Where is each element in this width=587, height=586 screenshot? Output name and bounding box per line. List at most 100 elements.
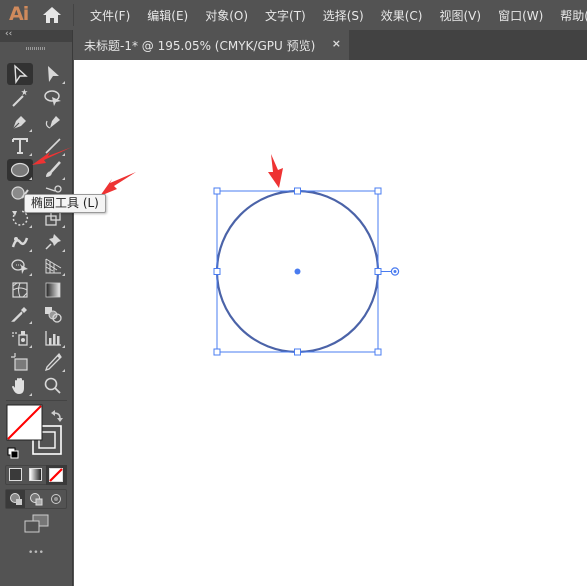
tool-flyout-indicator	[62, 177, 65, 180]
menu-items: 文件(F) 编辑(E) 对象(O) 文字(T) 选择(S) 效果(C) 视图(V…	[90, 0, 587, 30]
document-tab[interactable]: 未标题-1* @ 195.05% (CMYK/GPU 预览) ×	[74, 30, 349, 60]
pen-icon	[12, 116, 26, 130]
tool-flyout-indicator	[29, 321, 32, 324]
direct-selection-icon	[48, 66, 59, 82]
perspective-grid-icon	[45, 258, 62, 274]
shape-builder-tool[interactable]	[7, 255, 33, 277]
tool-flyout-indicator	[62, 273, 65, 276]
mesh-icon	[12, 282, 28, 298]
none-button[interactable]	[49, 468, 63, 482]
symbol-sprayer-icon	[12, 331, 28, 346]
illustrator-window: Ai 文件(F) 编辑(E) 对象(O) 文字(T) 选择(S) 效果(C) 视…	[0, 0, 587, 586]
menu-bar: Ai 文件(F) 编辑(E) 对象(O) 文字(T) 选择(S) 效果(C) 视…	[0, 0, 587, 30]
document-tab-title: 未标题-1* @ 195.05% (CMYK/GPU 预览)	[84, 38, 316, 53]
hand-tool[interactable]	[7, 375, 33, 397]
puppet-warp-icon	[11, 237, 29, 248]
edit-toolbar-button[interactable]: •••	[28, 548, 44, 558]
tool-flyout-indicator	[29, 249, 32, 252]
knife-icon	[44, 352, 62, 372]
tool-flyout-indicator	[62, 225, 65, 228]
selection-tool[interactable]	[7, 63, 33, 85]
blend-icon	[45, 307, 62, 323]
symbol-sprayer-tool[interactable]	[7, 327, 33, 349]
column-graph-icon	[45, 331, 61, 346]
menu-view[interactable]: 视图(V)	[439, 7, 481, 24]
color-button[interactable]	[9, 468, 22, 481]
tool-flyout-indicator	[62, 369, 65, 372]
menu-edit[interactable]: 编辑(E)	[147, 7, 188, 24]
lasso-icon	[44, 90, 61, 106]
ellipse-icon	[10, 162, 30, 178]
tool-flyout-indicator	[29, 273, 32, 276]
knife-tool[interactable]	[40, 351, 66, 373]
eyedropper-icon	[11, 307, 27, 322]
tool-flyout-indicator	[29, 225, 32, 228]
puppet-warp-tool[interactable]	[7, 231, 33, 253]
tool-flyout-indicator	[29, 129, 32, 132]
zoom-icon	[44, 377, 61, 394]
magic-wand-icon	[12, 88, 28, 107]
menu-file[interactable]: 文件(F)	[90, 7, 130, 24]
pin-icon	[45, 234, 61, 250]
tools-separator	[6, 400, 67, 401]
paintbrush-icon	[46, 161, 61, 177]
panel-grip[interactable]	[26, 47, 46, 50]
menu-object[interactable]: 对象(O)	[205, 7, 248, 24]
curvature-tool[interactable]	[40, 111, 66, 133]
eyedropper-tool[interactable]	[7, 303, 33, 325]
fill-swatch[interactable]	[6, 404, 43, 441]
app-logo: Ai	[9, 3, 29, 25]
selection-arrow-icon	[14, 64, 28, 84]
pen-tool[interactable]	[7, 111, 33, 133]
hand-icon	[12, 378, 24, 394]
menu-select[interactable]: 选择(S)	[323, 7, 364, 24]
change-screen-mode-icon[interactable]	[24, 514, 50, 534]
blend-tool[interactable]	[40, 303, 66, 325]
ellipse-tool[interactable]	[7, 159, 33, 181]
gradient-button[interactable]	[29, 468, 42, 481]
fill-stroke-control[interactable]	[3, 403, 69, 463]
tool-flyout-indicator	[29, 177, 32, 180]
tool-flyout-indicator	[62, 249, 65, 252]
line-segment-tool[interactable]	[40, 135, 66, 157]
menu-type[interactable]: 文字(T)	[265, 7, 306, 24]
zoom-tool[interactable]	[40, 375, 66, 397]
lasso-tool[interactable]	[40, 87, 66, 109]
menu-effect[interactable]: 效果(C)	[381, 7, 423, 24]
home-icon[interactable]	[42, 6, 62, 24]
shape-builder-icon	[11, 259, 28, 274]
swap-fill-stroke-icon[interactable]	[51, 410, 63, 422]
menu-help[interactable]: 帮助(H)	[560, 7, 587, 24]
document-tab-bar: 未标题-1* @ 195.05% (CMYK/GPU 预览) ×	[74, 30, 587, 60]
gradient-icon	[45, 282, 61, 298]
tool-flyout-indicator	[62, 153, 65, 156]
artboard-tool[interactable]	[7, 351, 33, 373]
type-tool[interactable]	[7, 135, 33, 157]
tool-flyout-indicator	[62, 345, 65, 348]
artboard-icon	[11, 353, 28, 371]
draw-behind-button[interactable]	[29, 492, 43, 506]
tool-flyout-indicator	[29, 393, 32, 396]
perspective-grid-tool[interactable]	[40, 255, 66, 277]
mesh-tool[interactable]	[7, 279, 33, 301]
direct-selection-tool[interactable]	[40, 63, 66, 85]
tool-flyout-indicator	[29, 345, 32, 348]
line-segment-icon	[45, 138, 61, 154]
close-tab-icon[interactable]: ×	[332, 37, 341, 50]
draw-inside-button[interactable]	[49, 492, 63, 506]
curvature-pen-icon	[45, 116, 60, 129]
collapse-panel-button[interactable]: ‹‹	[5, 29, 12, 39]
tool-flyout-indicator	[29, 153, 32, 156]
gradient-tool[interactable]	[40, 279, 66, 301]
magic-wand-tool[interactable]	[7, 87, 33, 109]
menu-separator	[73, 4, 74, 26]
column-graph-tool[interactable]	[40, 327, 66, 349]
default-fill-stroke-icon[interactable]	[7, 447, 19, 459]
menu-window[interactable]: 窗口(W)	[498, 7, 543, 24]
tools-panel-header: ‹‹	[0, 29, 72, 42]
pin-tool[interactable]	[40, 231, 66, 253]
paintbrush-tool[interactable]	[40, 159, 66, 181]
artboard-canvas[interactable]	[74, 60, 587, 586]
tool-flyout-indicator	[62, 81, 65, 84]
draw-normal-button[interactable]	[9, 492, 23, 506]
